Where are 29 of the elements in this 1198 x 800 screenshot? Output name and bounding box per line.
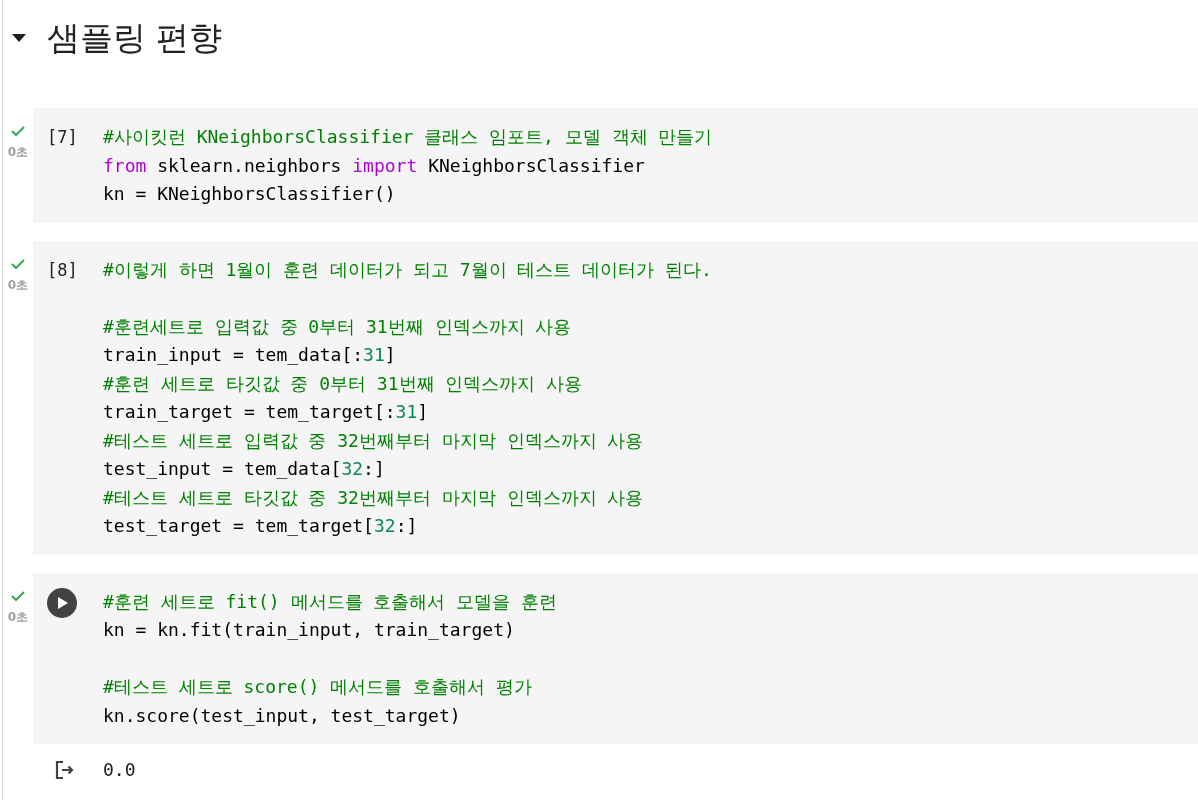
play-icon: [58, 596, 68, 609]
caret-down-icon[interactable]: [12, 34, 26, 42]
code-line: #훈련 세트로 fit() 메서드를 호출해서 모델을 훈련: [103, 589, 558, 614]
code-cell[interactable]: #훈련 세트로 fit() 메서드를 호출해서 모델을 훈련 kn = kn.fit(train_input, train_target) #테스트 세트로 score() 메서드를 호출해서 평가 kn.score(test_input, test_target): [33, 572, 1198, 744]
run-time: 0초: [7, 277, 29, 292]
code-line: #훈련 세트로 타깃값 중 0부터 31번째 인덱스까지 사용: [103, 371, 583, 396]
section-heading: 샘플링 편향: [47, 17, 223, 59]
code-line: #이렇게 하면 1월이 훈련 데이터가 되고 7월이 테스트 데이터가 된다.: [103, 257, 712, 282]
code-line: #테스트 세트로 입력값 중 32번째부터 마지막 인덱스까지 사용: [103, 428, 644, 453]
code-line: from sklearn.neighbors import KNeighborsClassifier: [103, 153, 645, 178]
run-button[interactable]: [47, 587, 77, 618]
run-time: 0초: [7, 145, 29, 159]
code-line: #사이킷런 KNeighborsClassifier 클래스 임포트, 모델 객체 만들기: [103, 125, 713, 149]
output-text: 0.0: [103, 758, 136, 782]
code-line: test_target = tem_target[32:]: [103, 514, 418, 538]
execution-count: [8]: [47, 258, 78, 282]
code-line: train_target = tem_target[:31]: [103, 400, 429, 424]
exit-arrow-icon: [55, 760, 75, 780]
code-line: kn = kn.fit(train_input, train_target): [103, 618, 515, 642]
code-line: kn.score(test_input, test_target): [103, 703, 461, 728]
execution-count: [7]: [47, 126, 78, 149]
code-line: #테스트 세트로 score() 메서드를 호출해서 평가: [103, 675, 532, 699]
code-line: test_input = tem_data[32:]: [103, 457, 385, 481]
code-line: kn = KNeighborsClassifier(): [103, 182, 396, 206]
code-cell[interactable]: [7] #사이킷런 KNeighborsClassifier 클래스 임포트, 모델 객체 만들기 from sklearn.neighbors import KNeighborsClassifier kn = KNeighborsClassifier(): [33, 108, 1198, 223]
code-line: train_input = tem_data[:31]: [103, 343, 396, 367]
code-line: #테스트 세트로 타깃값 중 32번째부터 마지막 인덱스까지 사용: [103, 485, 644, 510]
code-line: #훈련세트로 입력값 중 0부터 31번째 인덱스까지 사용: [103, 314, 572, 339]
run-time: 0초: [7, 609, 29, 624]
